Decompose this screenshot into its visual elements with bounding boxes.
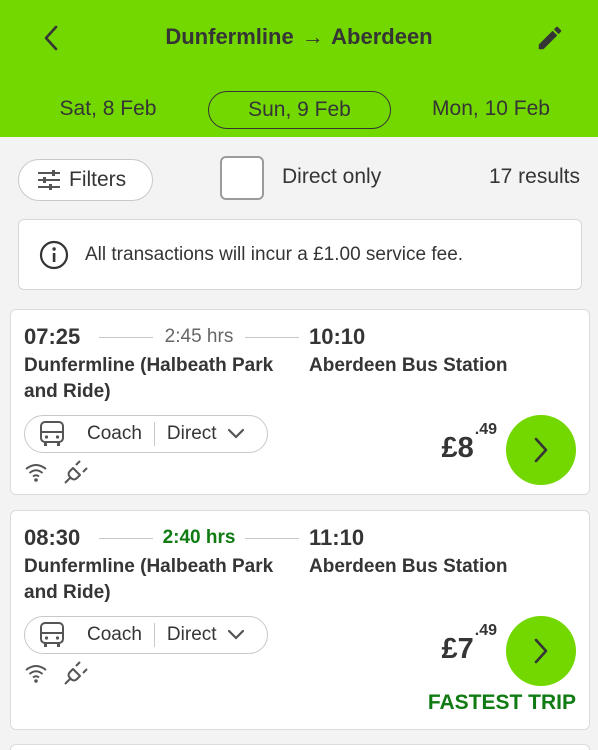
search-header: Dunfermline → Aberdeen Sat, 8 Feb Sun, 9… — [0, 0, 598, 137]
route-arrow: → — [301, 24, 324, 49]
date-tab-prev[interactable]: Sat, 8 Feb — [40, 91, 176, 129]
service-fee-notice: All transactions will incur a £1.00 serv… — [18, 219, 582, 290]
back-arrow-icon — [44, 25, 58, 51]
duration-line — [245, 538, 299, 539]
wifi-icon — [24, 663, 48, 683]
trip-price: £7.49 — [441, 622, 497, 666]
trip-price: £8.49 — [441, 421, 497, 465]
vehicle-type: Coach — [87, 423, 142, 444]
price-main: £8 — [441, 432, 474, 464]
trip-card[interactable]: 07:25 2:45 hrs 10:10 Dunfermline (Halbea… — [10, 309, 590, 495]
price-decimal: .49 — [474, 421, 497, 439]
trip-card[interactable] — [10, 744, 590, 750]
results-count: 17 results — [488, 165, 580, 188]
departure-station: Dunfermline (Halbeath Park and Ride) — [24, 355, 274, 402]
departure-time: 07:25 — [24, 324, 81, 349]
edit-search-button[interactable] — [530, 18, 570, 58]
chevron-down-icon — [227, 629, 245, 641]
chevron-right-icon — [534, 638, 548, 664]
trip-details-toggle[interactable]: Coach Direct — [24, 415, 268, 453]
duration-line — [99, 538, 153, 539]
destination-city: Aberdeen — [331, 24, 433, 49]
select-trip-button[interactable] — [506, 616, 576, 686]
direct-only-checkbox[interactable] — [220, 156, 264, 200]
power-plug-icon — [64, 460, 88, 484]
date-tab-next[interactable]: Mon, 10 Feb — [416, 91, 566, 129]
departure-station: Dunfermline (Halbeath Park and Ride) — [24, 556, 274, 603]
back-button[interactable] — [34, 20, 68, 56]
trip-duration: 2:40 hrs — [162, 527, 236, 548]
amenities — [24, 661, 104, 685]
arrival-time: 11:10 — [309, 525, 365, 550]
trip-details-toggle[interactable]: Coach Direct — [24, 616, 268, 654]
price-main: £7 — [441, 633, 474, 665]
chevron-right-icon — [534, 437, 548, 463]
select-trip-button[interactable] — [506, 415, 576, 485]
origin-city: Dunfermline — [165, 24, 294, 49]
trip-card[interactable]: 08:30 2:40 hrs 11:10 Dunfermline (Halbea… — [10, 510, 590, 730]
trip-duration: 2:45 hrs — [164, 326, 234, 347]
direct-only-label[interactable]: Direct only — [282, 165, 381, 189]
info-icon — [39, 240, 69, 269]
arrival-time: 10:10 — [309, 324, 366, 349]
connection-type: Direct — [166, 423, 217, 444]
amenities — [24, 460, 104, 484]
duration-line — [99, 337, 153, 338]
route-title: Dunfermline → Aberdeen — [100, 24, 498, 50]
power-plug-icon — [64, 661, 88, 685]
wifi-icon — [24, 462, 48, 482]
pencil-icon — [538, 26, 562, 50]
filters-button[interactable]: Filters — [18, 159, 153, 201]
price-decimal: .49 — [474, 622, 497, 640]
connection-type: Direct — [166, 624, 217, 645]
filters-label: Filters — [69, 168, 127, 191]
fastest-trip-badge: FASTEST TRIP — [427, 691, 576, 714]
vehicle-type: Coach — [87, 624, 142, 645]
pill-divider — [153, 623, 155, 647]
date-tab-current[interactable]: Sun, 9 Feb — [208, 91, 391, 129]
bus-icon — [39, 621, 67, 649]
filter-sliders-icon — [38, 170, 60, 190]
pill-divider — [153, 422, 155, 446]
departure-time: 08:30 — [24, 525, 81, 550]
arrival-station: Aberdeen Bus Station — [309, 355, 508, 376]
notice-text: All transactions will incur a £1.00 serv… — [85, 243, 464, 265]
arrival-station: Aberdeen Bus Station — [309, 556, 508, 577]
duration-line — [245, 337, 299, 338]
bus-icon — [39, 420, 67, 448]
chevron-down-icon — [227, 428, 245, 440]
